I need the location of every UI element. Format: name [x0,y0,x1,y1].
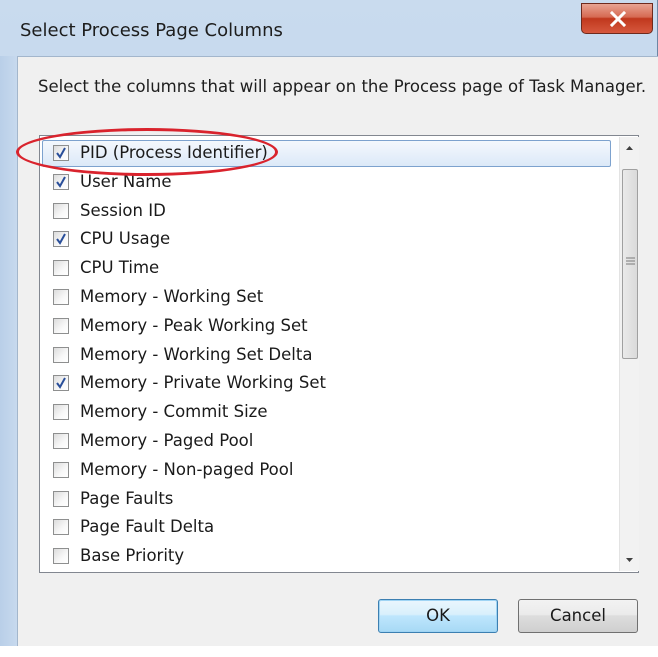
dialog-window: Select Process Page Columns Select the c… [0,0,658,646]
checkmark-icon [56,147,66,159]
scroll-up-button[interactable] [620,139,639,157]
column-list-item[interactable]: Page Fault Delta [42,513,611,541]
column-checkbox[interactable] [53,317,69,334]
columns-listbox[interactable]: PID (Process Identifier) User Name Session… [39,135,639,573]
column-label: Memory - Working Set Delta [80,344,313,364]
checkmark-icon [56,233,66,246]
column-list-item[interactable]: PID (Process Identifier) [42,139,611,167]
column-checkbox[interactable] [53,231,69,248]
column-checkbox[interactable] [53,433,69,449]
chevron-down-icon [626,558,633,562]
column-list-item[interactable]: Memory - Peak Working Set [42,312,611,340]
column-list-item[interactable]: Page Faults [42,485,611,513]
column-label: PID (Process Identifier) [80,143,268,162]
scroll-down-button[interactable] [620,551,639,569]
column-label: Page Fault Delta [80,517,215,537]
column-label: Page Faults [80,488,174,508]
column-label: Session ID [80,200,166,220]
dialog-description: Select the columns that will appear on t… [38,77,647,96]
column-checkbox[interactable] [53,490,69,507]
checkmark-icon [56,377,66,390]
column-list-item[interactable]: Memory - Working Set Delta [42,341,611,369]
column-list-item[interactable]: Memory - Commit Size [42,398,611,426]
column-checkbox[interactable] [53,548,69,565]
column-checkbox[interactable] [53,375,69,392]
column-checkbox[interactable] [53,404,69,421]
column-label: Memory - Working Set [80,287,264,306]
dialog-body: Select the columns that will appear on t… [17,56,658,646]
column-list-item[interactable]: Base Priority [42,542,611,570]
column-list-item[interactable]: Session ID [42,197,611,225]
grip-icon [626,257,635,265]
column-list-item[interactable]: Memory - Paged Pool [42,427,611,455]
column-checkbox[interactable] [53,173,69,190]
column-list-item[interactable]: CPU Usage [42,225,611,253]
column-label: CPU Time [80,258,160,278]
column-label: Base Priority [80,546,185,566]
column-list-item[interactable]: CPU Time [42,254,611,282]
column-label: Memory - Non-paged Pool [80,459,294,479]
column-label: User Name [80,171,172,191]
column-label: CPU Usage [80,229,171,249]
column-list-item[interactable]: Memory - Non-paged Pool [42,456,611,484]
column-checkbox[interactable] [53,519,69,536]
ok-button[interactable]: OK [378,599,498,633]
vertical-scrollbar[interactable] [619,137,639,571]
column-checkbox[interactable] [53,461,69,478]
column-checkbox[interactable] [53,145,69,161]
scrollbar-thumb[interactable] [622,169,638,359]
chevron-up-icon [626,146,633,150]
title-bar[interactable]: Select Process Page Columns [0,0,658,56]
column-checkbox[interactable] [53,260,69,277]
window-left-frame [0,56,17,646]
column-list-item[interactable]: Memory - Private Working Set [42,369,611,397]
column-checkbox[interactable] [53,346,69,363]
column-label: Memory - Commit Size [80,402,268,422]
dialog-title: Select Process Page Columns [20,20,283,41]
column-list-item[interactable]: User Name [42,168,611,196]
column-checkbox[interactable] [53,289,69,305]
column-label: Memory - Private Working Set [80,373,326,393]
column-list-item[interactable]: Memory - Working Set [42,283,611,311]
cancel-button[interactable]: Cancel [518,599,638,633]
close-x-icon [609,11,627,27]
checkmark-icon [56,176,66,188]
column-checkbox[interactable] [53,202,69,219]
column-label: Memory - Paged Pool [80,431,254,450]
column-label: Memory - Peak Working Set [80,315,308,335]
close-button[interactable] [581,3,653,34]
